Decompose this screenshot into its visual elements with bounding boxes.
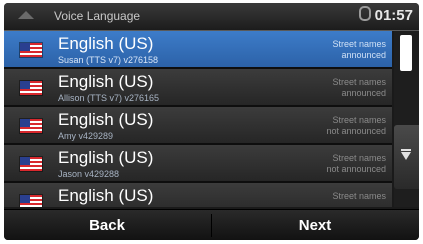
up-arrow-icon[interactable] [18, 11, 34, 19]
voice-list: English (US) Susan (TTS v7) v276158 Stre… [4, 31, 392, 207]
us-flag-icon [20, 119, 42, 133]
scroll-down-arrow-icon [401, 152, 411, 160]
us-flag-icon [20, 195, 42, 207]
voice-row[interactable]: English (US) Susan (TTS v7) v276158 Stre… [4, 31, 392, 69]
voice-name-label: Jason v429288 [58, 169, 120, 179]
street-names-status: Street names not announced [326, 153, 386, 174]
voice-language-label: English (US) [58, 186, 154, 205]
voice-name-label: Susan (TTS v7) v276158 [58, 55, 159, 65]
voice-name-label: Amy v429289 [58, 131, 114, 141]
gps-icon [358, 6, 371, 21]
voice-row[interactable]: English (US) Street names [4, 183, 392, 207]
scroll-thumb[interactable] [400, 35, 412, 71]
street-names-status: Street names announced [332, 77, 386, 98]
us-flag-icon [20, 157, 42, 171]
voice-language-label: English (US) [58, 72, 154, 91]
voice-language-label: English (US) [58, 34, 154, 53]
street-names-status: Street names [332, 191, 386, 201]
voice-row[interactable]: English (US) Allison (TTS v7) v276165 St… [4, 69, 392, 107]
page-title: Voice Language [54, 9, 141, 23]
back-button[interactable]: Back [4, 210, 210, 240]
status-area: 01:57 [358, 6, 413, 24]
voice-language-screen: Voice Language 01:57 English (US) Susan … [4, 3, 419, 240]
voice-row[interactable]: English (US) Amy v429289 Street names not… [4, 107, 392, 145]
voice-name-label: Allison (TTS v7) v276165 [58, 93, 160, 103]
us-flag-icon [20, 81, 42, 95]
street-names-status: Street names announced [332, 39, 386, 60]
header-bar: Voice Language 01:57 [4, 3, 419, 31]
street-names-status: Street names not announced [326, 115, 386, 136]
voice-language-label: English (US) [58, 110, 154, 129]
us-flag-icon [20, 43, 42, 57]
scrollbar[interactable] [394, 31, 419, 207]
scroll-bottom-bar-icon [401, 149, 411, 151]
footer-bar: Back Next [4, 209, 419, 240]
scroll-down-button[interactable] [394, 125, 419, 189]
voice-row[interactable]: English (US) Jason v429288 Street names n… [4, 145, 392, 183]
voice-language-label: English (US) [58, 148, 154, 167]
clock: 01:57 [374, 7, 413, 24]
next-button[interactable]: Next [212, 210, 418, 240]
